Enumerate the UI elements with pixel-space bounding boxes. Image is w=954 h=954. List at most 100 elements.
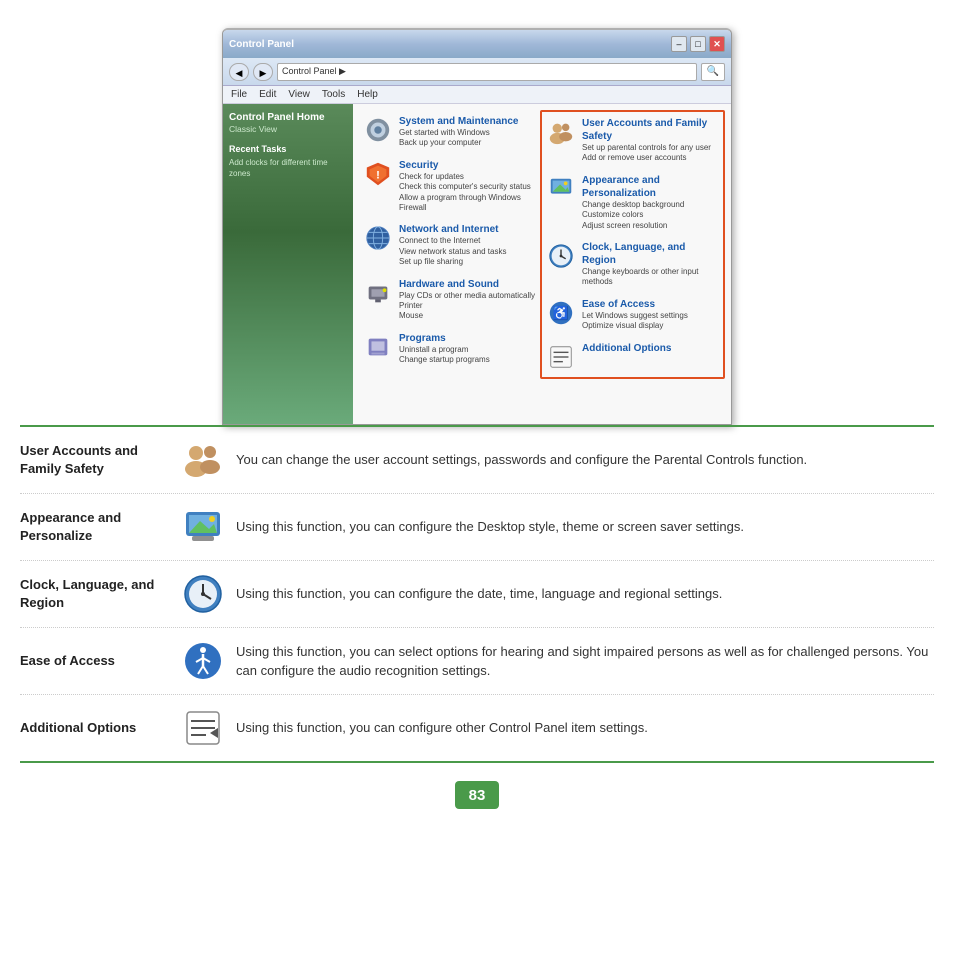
ease-icon: ♿ (546, 298, 576, 328)
security-desc: Check for updatesCheck this computer's s… (399, 172, 536, 214)
info-row-appearance: Appearance and Personalize Using this fu… (20, 494, 934, 561)
system-desc: Get started with WindowsBack up your com… (399, 128, 518, 149)
cp-left-column: System and Maintenance Get started with … (359, 110, 540, 379)
cp-item-network[interactable]: Network and Internet Connect to the Inte… (359, 218, 540, 272)
minimize-button[interactable]: – (671, 36, 687, 52)
info-title-clock: Clock, Language, and Region (20, 576, 170, 612)
cp-item-programs[interactable]: Programs Uninstall a programChange start… (359, 327, 540, 371)
cp-menubar: File Edit View Tools Help (223, 86, 731, 104)
cp-item-security[interactable]: ! Security Check for updatesCheck this c… (359, 154, 540, 219)
useraccts-desc: Set up parental controls for any userAdd… (582, 143, 719, 164)
info-row-ease: Ease of Access Using this function, you … (20, 628, 934, 695)
ease-title: Ease of Access (582, 298, 688, 311)
info-icon-useraccts (182, 439, 224, 481)
maximize-button[interactable]: □ (690, 36, 706, 52)
page-number: 83 (455, 781, 499, 809)
svg-text:!: ! (376, 169, 380, 181)
sidebar-subtitle: Classic View (229, 124, 347, 134)
cp-right-column: User Accounts and Family Safety Set up p… (540, 110, 725, 379)
info-row-useraccts: User Accounts and Family Safety You can … (20, 427, 934, 494)
programs-icon (363, 332, 393, 362)
appearance-title: Appearance and Personalization (582, 174, 719, 200)
network-icon (363, 223, 393, 253)
programs-desc: Uninstall a programChange startup progra… (399, 345, 490, 366)
cp-item-additional[interactable]: Additional Options (542, 337, 723, 377)
info-desc-clock: Using this function, you can configure t… (236, 584, 934, 604)
cp-item-ease[interactable]: ♿ Ease of Access Let Windows suggest set… (542, 293, 723, 337)
cp-columns: System and Maintenance Get started with … (359, 110, 725, 379)
ease-text: Ease of Access Let Windows suggest setti… (582, 298, 688, 332)
cp-addressbar: ◀ ▶ Control Panel ▶ 🔍 (223, 58, 731, 86)
info-desc-useraccts: You can change the user account settings… (236, 450, 934, 470)
info-title-appearance: Appearance and Personalize (20, 509, 170, 545)
network-text: Network and Internet Connect to the Inte… (399, 223, 506, 267)
info-row-additional: Additional Options Using this function, … (20, 695, 934, 761)
appearance-desc: Change desktop backgroundCustomize color… (582, 200, 719, 231)
programs-title: Programs (399, 332, 490, 345)
info-desc-additional: Using this function, you can configure o… (236, 718, 934, 738)
menu-tools[interactable]: Tools (322, 89, 345, 100)
cp-body: Control Panel Home Classic View Recent T… (223, 104, 731, 424)
useraccts-title: User Accounts and Family Safety (582, 117, 719, 143)
cp-item-system[interactable]: System and Maintenance Get started with … (359, 110, 540, 154)
hardware-icon (363, 278, 393, 308)
clock-desc: Change keyboards or other input methods (582, 267, 719, 288)
additional-text: Additional Options (582, 342, 671, 355)
cp-item-useraccts[interactable]: User Accounts and Family Safety Set up p… (542, 112, 723, 169)
close-button[interactable]: ✕ (709, 36, 725, 52)
system-title: System and Maintenance (399, 115, 518, 128)
info-icon-clock (182, 573, 224, 615)
sidebar-recent-item[interactable]: Add clocks for different time zones (229, 157, 347, 179)
cp-item-appearance[interactable]: Appearance and Personalization Change de… (542, 169, 723, 236)
useraccts-icon (546, 117, 576, 147)
info-icon-additional (182, 707, 224, 749)
info-row-clock: Clock, Language, and Region Using this f… (20, 561, 934, 628)
system-text: System and Maintenance Get started with … (399, 115, 518, 149)
info-title-useraccts: User Accounts and Family Safety (20, 442, 170, 478)
info-icon-appearance (182, 506, 224, 548)
clock-title: Clock, Language, and Region (582, 241, 719, 267)
menu-file[interactable]: File (231, 89, 247, 100)
programs-text: Programs Uninstall a programChange start… (399, 332, 490, 366)
hardware-text: Hardware and Sound Play CDs or other med… (399, 278, 535, 322)
address-path: Control Panel ▶ (282, 66, 346, 77)
forward-button[interactable]: ▶ (253, 63, 273, 81)
security-title: Security (399, 159, 536, 172)
clock-text: Clock, Language, and Region Change keybo… (582, 241, 719, 288)
info-desc-ease: Using this function, you can select opti… (236, 642, 934, 681)
additional-icon (546, 342, 576, 372)
cp-item-hardware[interactable]: Hardware and Sound Play CDs or other med… (359, 273, 540, 327)
appearance-icon (546, 174, 576, 204)
back-button[interactable]: ◀ (229, 63, 249, 81)
address-field[interactable]: Control Panel ▶ (277, 63, 697, 81)
titlebar-buttons: – □ ✕ (671, 36, 725, 52)
clock-icon (546, 241, 576, 271)
cp-window: Control Panel – □ ✕ ◀ ▶ Control Panel ▶ … (222, 28, 732, 425)
hardware-desc: Play CDs or other media automaticallyPri… (399, 291, 535, 322)
search-icon[interactable]: 🔍 (701, 63, 725, 81)
network-desc: Connect to the InternetView network stat… (399, 236, 506, 267)
window-title: Control Panel (229, 39, 294, 50)
hardware-title: Hardware and Sound (399, 278, 535, 291)
cp-sidebar: Control Panel Home Classic View Recent T… (223, 104, 353, 424)
additional-title: Additional Options (582, 342, 671, 355)
sidebar-recent-label: Recent Tasks (229, 144, 347, 154)
cp-titlebar: Control Panel – □ ✕ (223, 30, 731, 58)
security-icon: ! (363, 159, 393, 189)
cp-main: System and Maintenance Get started with … (353, 104, 731, 424)
appearance-text: Appearance and Personalization Change de… (582, 174, 719, 231)
sidebar-title: Control Panel Home (229, 112, 347, 123)
info-title-ease: Ease of Access (20, 652, 170, 670)
menu-edit[interactable]: Edit (259, 89, 276, 100)
ease-desc: Let Windows suggest settingsOptimize vis… (582, 311, 688, 332)
security-text: Security Check for updatesCheck this com… (399, 159, 536, 214)
menu-help[interactable]: Help (357, 89, 378, 100)
useraccts-text: User Accounts and Family Safety Set up p… (582, 117, 719, 164)
system-icon (363, 115, 393, 145)
cp-item-clock[interactable]: Clock, Language, and Region Change keybo… (542, 236, 723, 293)
page: Control Panel – □ ✕ ◀ ▶ Control Panel ▶ … (0, 0, 954, 809)
sidebar-recent-section: Recent Tasks Add clocks for different ti… (229, 144, 347, 179)
info-table: User Accounts and Family Safety You can … (20, 425, 934, 763)
network-title: Network and Internet (399, 223, 506, 236)
menu-view[interactable]: View (288, 89, 310, 100)
